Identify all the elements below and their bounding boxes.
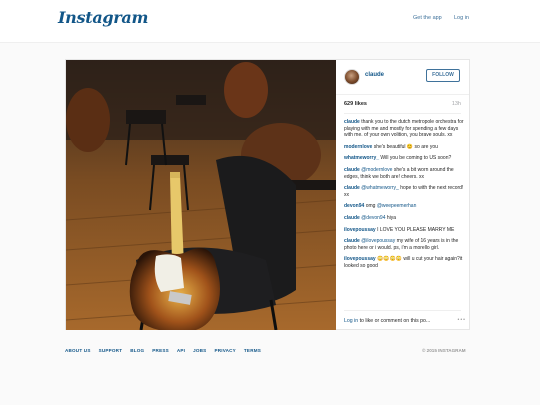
comment: modernlove she's beautiful 😊 so are you — [344, 144, 464, 151]
comment-username[interactable]: claude — [344, 119, 360, 125]
more-options-icon[interactable]: ••• — [458, 317, 466, 323]
comment-text: I LOVE YOU PLEASE MARRY ME — [377, 226, 455, 233]
follow-button[interactable]: FOLLOW — [426, 69, 460, 82]
post-header: claude FOLLOW — [336, 60, 469, 95]
comment-mention[interactable]: @weepeemerhan — [377, 203, 417, 209]
comment-username[interactable]: claude — [344, 215, 360, 221]
login-prompt: Log in to like or comment on this po... … — [344, 317, 466, 324]
footer-link[interactable]: API — [177, 348, 185, 353]
comment-username[interactable]: modernlove — [344, 144, 372, 150]
comment: ilovepoussay 😳😳😳😳 will u cut your hair a… — [344, 256, 464, 269]
comment-mention[interactable]: @ilovepoussay — [361, 238, 395, 244]
comment: devon94 omg @weepeemerhan — [344, 203, 464, 210]
comment-text: Will you be coming to US soon? — [380, 155, 452, 162]
comment-text: she's beautiful 😊 so are you — [373, 143, 438, 150]
guitar-on-chair-photo — [66, 60, 336, 330]
instagram-logo[interactable]: Instagram — [58, 8, 148, 27]
likes-count[interactable]: 629 likes — [344, 101, 367, 107]
login-prompt-text: to like or comment on this po... — [358, 318, 431, 324]
comment: claude @modernlove she's a bit worn arou… — [344, 167, 464, 180]
divider — [344, 113, 461, 114]
top-bar: Instagram Get the app Log in — [0, 0, 540, 43]
comment-text: thank you to the dutch metropole orchest… — [344, 119, 464, 139]
login-link[interactable]: Log in — [454, 15, 469, 21]
post-username[interactable]: claude — [365, 72, 384, 78]
footer-link[interactable]: SUPPORT — [99, 348, 123, 353]
post-card: claude FOLLOW 629 likes 13h claude thank… — [65, 59, 470, 330]
footer-link[interactable]: PRIVACY — [214, 348, 235, 353]
comment-text: omg — [365, 203, 377, 210]
footer-link[interactable]: BLOG — [130, 348, 144, 353]
comment: whatmeworry_ Will you be coming to US so… — [344, 155, 464, 162]
comment: claude @whatmeworry_ hope to with the ne… — [344, 185, 464, 198]
footer-nav: ABOUT US SUPPORT BLOG PRESS API JOBS PRIVACY TE… — [65, 348, 269, 353]
login-to-comment-link[interactable]: Log in — [344, 318, 358, 324]
comment: claude @devon94 hiya — [344, 215, 464, 222]
comments-list: claude thank you to the dutch metropole … — [344, 119, 464, 275]
footer-link[interactable]: JOBS — [193, 348, 206, 353]
footer-link[interactable]: TERMS — [244, 348, 261, 353]
divider — [344, 310, 461, 311]
comment-username[interactable]: claude — [344, 167, 360, 173]
post-sidebar: claude FOLLOW 629 likes 13h claude thank… — [336, 60, 469, 329]
post-photo[interactable] — [66, 60, 336, 330]
comment: claude thank you to the dutch metropole … — [344, 119, 464, 139]
comment-mention[interactable]: @devon94 — [361, 215, 385, 221]
comment-username[interactable]: whatmeworry_ — [344, 155, 379, 161]
comment-text: hiya — [385, 214, 397, 221]
copyright: © 2015 INSTAGRAM — [422, 348, 466, 353]
get-the-app-link[interactable]: Get the app — [413, 15, 442, 21]
comment-username[interactable]: ilovepoussay — [344, 256, 376, 262]
comment: claude @ilovepoussay my wife of 16 years… — [344, 238, 464, 251]
post-timestamp: 13h — [451, 101, 461, 107]
comment-mention[interactable]: @whatmeworry_ — [361, 185, 399, 191]
comment-username[interactable]: claude — [344, 238, 360, 244]
comment-username[interactable]: devon94 — [344, 203, 364, 209]
comment-username[interactable]: ilovepoussay — [344, 227, 376, 233]
comment: ilovepoussay I LOVE YOU PLEASE MARRY ME — [344, 227, 464, 234]
comment-username[interactable]: claude — [344, 185, 360, 191]
avatar[interactable] — [344, 69, 360, 85]
footer-link[interactable]: PRESS — [152, 348, 169, 353]
comment-mention[interactable]: @modernlove — [361, 167, 392, 173]
footer-link[interactable]: ABOUT US — [65, 348, 91, 353]
